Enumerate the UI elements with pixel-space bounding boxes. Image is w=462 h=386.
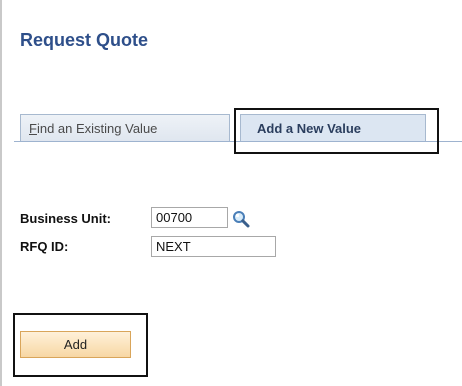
business-unit-input[interactable] [151,207,228,228]
rfq-id-label: RFQ ID: [20,239,69,254]
tab-find-existing-value[interactable]: Find an Existing Value [20,114,230,142]
rfq-id-input[interactable] [151,236,276,257]
magnifier-icon[interactable] [231,209,251,229]
tab-find-label: ind an Existing Value [36,121,158,136]
tab-add-label: Add a New Value [257,121,362,136]
tab-add-new-value[interactable]: Add a New Value [240,114,426,142]
tab-find-hotkey: F [29,121,37,136]
business-unit-label: Business Unit: [20,211,112,226]
page-title: Request Quote [20,30,149,50]
left-frame-border [0,0,2,386]
tab-divider [14,141,462,142]
add-button[interactable]: Add [20,331,131,358]
